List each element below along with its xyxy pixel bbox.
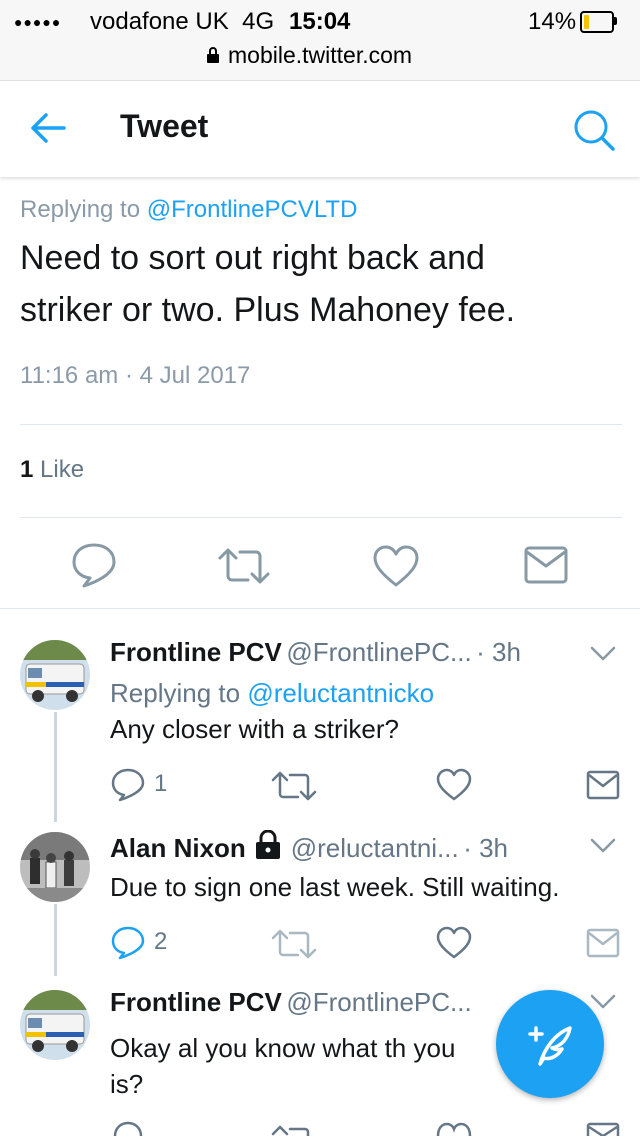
reply-time: · 3h — [463, 833, 508, 863]
likes-count[interactable]: 1 Like — [20, 456, 84, 484]
reply-icon[interactable] — [110, 926, 146, 960]
message-icon[interactable] — [586, 770, 620, 800]
retweet-icon[interactable] — [216, 546, 272, 586]
reply-icon[interactable] — [110, 1120, 146, 1136]
message-icon[interactable] — [586, 1122, 620, 1136]
reply-icon[interactable] — [110, 768, 146, 802]
clock: 15:04 — [289, 8, 351, 35]
van-image — [20, 640, 90, 710]
signal-strength: ●●●●● — [14, 14, 62, 30]
reply-count: 2 — [154, 928, 168, 955]
feather-plus-icon — [528, 1026, 572, 1066]
message-icon[interactable] — [586, 928, 620, 958]
retweet-icon[interactable] — [270, 1122, 318, 1136]
chevron-down-icon[interactable] — [590, 994, 616, 1010]
tweet-text-line: Need to sort out right back and — [20, 239, 485, 277]
retweet-icon[interactable] — [270, 770, 318, 802]
reply-text-line: is? — [110, 1069, 144, 1099]
user-handle: @reluctantni... — [290, 833, 459, 863]
app-header — [0, 81, 640, 177]
heart-icon[interactable] — [436, 768, 472, 802]
van-image — [20, 990, 90, 1060]
reply-header: Frontline PCV @FrontlinePC... · 3h — [110, 637, 521, 668]
chevron-down-icon[interactable] — [590, 646, 616, 662]
reply-header: Frontline PCV @FrontlinePC... — [110, 987, 472, 1018]
battery-icon — [580, 11, 614, 33]
tweet-text-line: striker or two. Plus Mahoney fee. — [20, 291, 516, 329]
avatar[interactable] — [20, 990, 90, 1060]
thread-line — [54, 712, 57, 822]
reply-text: Due to sign one last week. Still waiting… — [110, 872, 560, 902]
page-title: Tweet — [120, 108, 209, 144]
compose-tweet-button[interactable] — [496, 990, 604, 1098]
carrier-name: vodafone UK 4G — [90, 8, 275, 35]
reply-count: 1 — [154, 770, 168, 797]
battery-level — [584, 15, 589, 29]
user-handle: @FrontlinePC... — [286, 987, 472, 1017]
message-icon[interactable] — [524, 546, 568, 584]
battery-percent: 14% — [528, 8, 577, 35]
football-photo-image — [20, 832, 90, 902]
reply-text-line: Okay al you know what th you — [110, 1033, 456, 1063]
reply-time: · 3h — [476, 637, 521, 667]
divider — [20, 424, 622, 425]
reply-text: Okay al you know what th you is? — [110, 1030, 455, 1102]
user-name[interactable]: Frontline PCV — [110, 637, 282, 667]
divider — [20, 517, 622, 518]
heart-icon[interactable] — [436, 1120, 472, 1136]
protected-lock-icon — [256, 829, 281, 859]
divider — [0, 608, 640, 609]
search-icon[interactable] — [572, 108, 616, 152]
replying-to: Replying to @FrontlinePCVLTD — [20, 196, 358, 223]
user-name[interactable]: Frontline PCV — [110, 987, 282, 1017]
user-handle: @FrontlinePC... — [286, 637, 472, 667]
retweet-icon[interactable] — [270, 928, 318, 960]
thread-line — [54, 904, 57, 976]
lock-icon — [207, 47, 219, 63]
replying-to: Replying to @reluctantnicko — [110, 678, 435, 708]
reply-icon[interactable] — [70, 542, 118, 588]
avatar[interactable] — [20, 832, 90, 902]
arrow-left-icon[interactable] — [28, 110, 68, 146]
replying-to-link[interactable]: @FrontlinePCVLTD — [147, 196, 358, 223]
reply-header: Alan Nixon @reluctantni... · 3h — [110, 829, 508, 864]
chevron-down-icon[interactable] — [590, 838, 616, 854]
tweet-timestamp: 11:16 am · 4 Jul 2017 — [20, 362, 251, 389]
battery-tip — [614, 17, 617, 25]
replying-to-link[interactable]: @reluctantnicko — [247, 678, 434, 708]
reply-text: Any closer with a striker? — [110, 714, 399, 744]
url-bar[interactable]: mobile.twitter.com — [228, 42, 412, 69]
avatar[interactable] — [20, 640, 90, 710]
tweet-text: Need to sort out right back and striker … — [20, 232, 620, 336]
heart-icon[interactable] — [436, 926, 472, 960]
user-name[interactable]: Alan Nixon — [110, 833, 246, 863]
heart-icon[interactable] — [372, 544, 420, 588]
